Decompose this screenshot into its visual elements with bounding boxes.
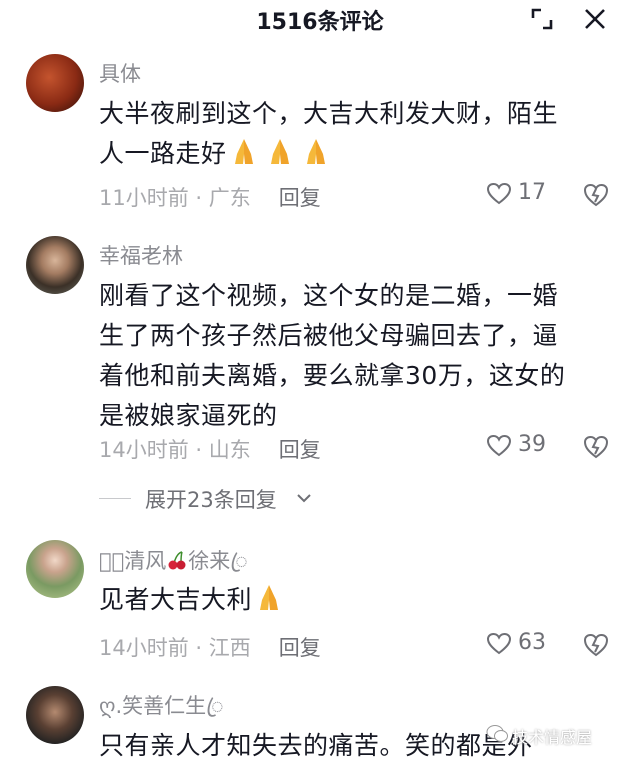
reply-button[interactable]: 回复: [279, 438, 321, 462]
like-count: 17: [518, 180, 546, 205]
heart-icon: [486, 632, 512, 655]
comment-text-line: 着他和前夫离婚，要么就拿30万，这女的: [99, 361, 566, 390]
comment-text-line: 是被娘家逼死的: [99, 401, 278, 430]
reply-button[interactable]: 回复: [279, 636, 321, 660]
folded-hands-emoji: [270, 139, 289, 164]
comment-text-line: 刚看了这个视频，这个女的是二婚，一婚: [99, 281, 559, 310]
like-count: 63: [518, 630, 546, 655]
comment-meta: 14小时前 · 江西 回复: [99, 632, 321, 662]
expand-divider: [99, 498, 131, 499]
comment-text-line: 生了两个孩子然后被他父母骗回去了，逼: [99, 321, 559, 350]
reply-button[interactable]: 回复: [279, 186, 321, 210]
comment-username[interactable]: 具体: [99, 58, 141, 88]
comment-text: 刚看了这个视频，这个女的是二婚，一婚 生了两个孩子然后被他父母骗回去了，逼 着他…: [99, 276, 614, 436]
avatar[interactable]: [26, 686, 84, 744]
folded-hands-emoji: [234, 139, 253, 164]
comment-time: 11小时前: [99, 186, 189, 210]
comment-text: 见者大吉大利: [99, 580, 614, 620]
comment-meta: 11小时前 · 广东 回复: [99, 182, 321, 212]
comment-text: 大半夜刷到这个，大吉大利发大财，陌生 人一路走好: [99, 94, 614, 174]
comment-location: 广东: [208, 186, 251, 210]
expand-icon[interactable]: [529, 6, 555, 32]
watermark: 技术情感屋: [512, 728, 593, 747]
comment-location: 江西: [208, 636, 251, 660]
like-button[interactable]: 17: [486, 180, 556, 210]
avatar[interactable]: [26, 236, 84, 294]
comment-time: 14小时前: [99, 438, 189, 462]
comments-header: 1516条评论: [0, 0, 640, 40]
dislike-heart-icon[interactable]: [582, 433, 610, 461]
heart-icon: [486, 434, 512, 457]
expand-replies-label: 展开23条回复: [145, 488, 277, 512]
folded-hands-emoji: [260, 585, 279, 610]
username-part: 徐来ꦿ: [188, 549, 248, 573]
comment-text-line: 见者大吉大利: [99, 585, 253, 614]
like-button[interactable]: 39: [486, 432, 556, 462]
avatar[interactable]: [26, 540, 84, 598]
username-part: 𝓜ꦿ清风: [99, 549, 167, 573]
like-button[interactable]: 63: [486, 630, 556, 660]
comment-meta: 14小时前 · 山东 回复: [99, 434, 321, 464]
avatar[interactable]: [26, 54, 84, 112]
close-icon[interactable]: [582, 6, 608, 32]
comment-username[interactable]: 幸福老林: [99, 240, 183, 270]
like-count: 39: [518, 432, 546, 457]
heart-icon: [486, 182, 512, 205]
dislike-heart-icon[interactable]: [582, 181, 610, 209]
folded-hands-emoji: [306, 139, 325, 164]
chevron-down-icon: [297, 494, 311, 503]
wechat-icon: [486, 725, 508, 742]
comment-location: 山东: [208, 438, 251, 462]
meta-separator: ·: [188, 186, 209, 210]
meta-separator: ·: [188, 438, 209, 462]
comment-text-line: 大半夜刷到这个，大吉大利发大财，陌生: [99, 99, 559, 128]
comment-text-line: 人一路走好: [99, 139, 227, 168]
dislike-heart-icon[interactable]: [582, 631, 610, 659]
cherry-emoji: [168, 551, 186, 570]
comment-time: 14小时前: [99, 636, 189, 660]
meta-separator: ·: [188, 636, 209, 660]
